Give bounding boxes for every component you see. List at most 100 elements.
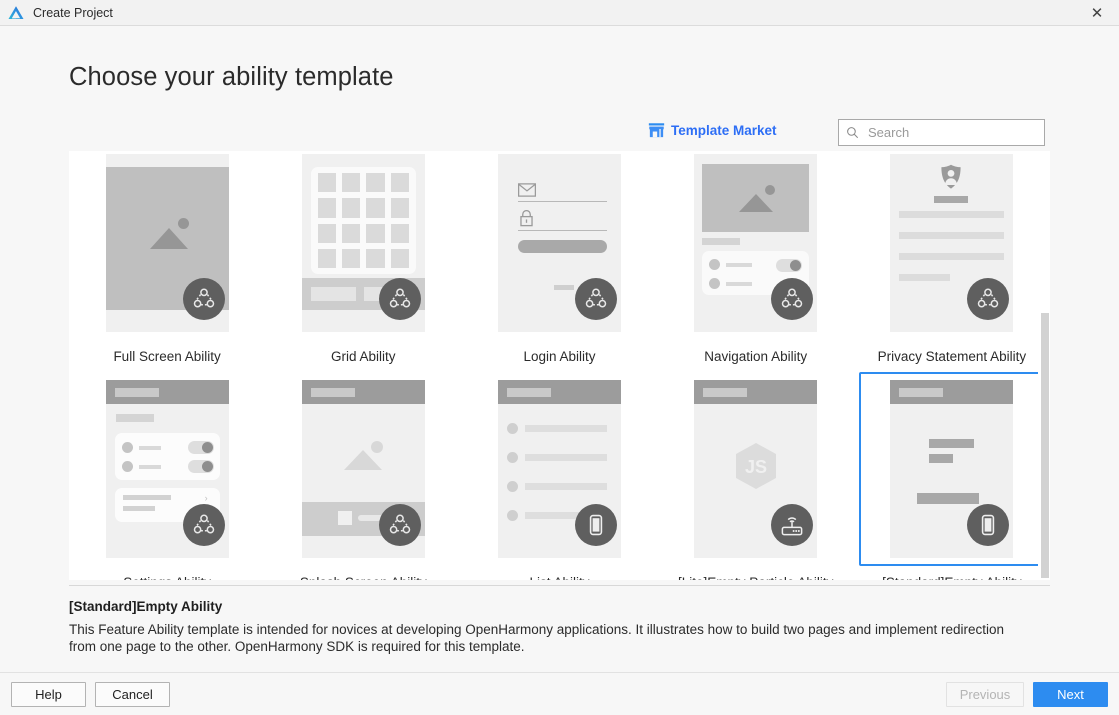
- list-toggle[interactable]: [776, 259, 803, 272]
- template-card-lite-empty-particle-ability[interactable]: JS [Lite]Empty Particle Ability: [658, 364, 854, 580]
- settings-toggle[interactable]: [187, 460, 214, 473]
- template-card-label: Full Screen Ability: [113, 349, 221, 364]
- description-body: This Feature Ability template is intende…: [69, 622, 1005, 654]
- text-line: [899, 253, 1005, 260]
- app-bar-title: [506, 388, 551, 397]
- thumb-js: JS: [694, 380, 818, 558]
- thumb-standard-empty: [890, 380, 1014, 558]
- thumb-login: [497, 154, 621, 332]
- footer-item: [310, 287, 356, 301]
- iot-router-icon: [771, 504, 814, 546]
- chevron-right-icon: ›: [204, 493, 208, 503]
- list-line: [726, 263, 753, 267]
- previous-button: Previous: [946, 682, 1024, 707]
- settings-line: [122, 506, 155, 511]
- app-bar-title: [899, 388, 944, 397]
- template-card-label: Navigation Ability: [704, 349, 808, 364]
- template-card-label: Grid Ability: [331, 349, 396, 364]
- template-grid: Full Screen Ability Grid Ability Login A…: [69, 151, 1050, 580]
- template-card-grid-ability[interactable]: Grid Ability: [265, 151, 461, 364]
- template-thumb-wrap: [466, 151, 652, 340]
- field-underline: [517, 230, 607, 231]
- template-market-link[interactable]: Template Market: [648, 122, 777, 139]
- settings-line: [122, 495, 171, 500]
- svg-text:JS: JS: [745, 457, 767, 477]
- template-card-label: Splash Screen Ability: [300, 575, 427, 580]
- grid-tiles: [317, 173, 409, 268]
- phone-icon: [967, 504, 1010, 546]
- template-card-standard-empty-ability[interactable]: [Standard]Empty Ability: [854, 364, 1050, 580]
- lock-icon: [520, 210, 533, 227]
- search-icon: [847, 127, 859, 139]
- text-line: [899, 274, 951, 281]
- thumb-navigation: [694, 154, 818, 332]
- app-bar-title: [703, 388, 748, 397]
- thumb-settings: ›: [105, 380, 229, 558]
- splash-logo: [337, 511, 352, 525]
- settings-bullet: [121, 442, 133, 453]
- template-thumb-wrap: JS: [663, 372, 849, 566]
- link-hint: [553, 285, 574, 290]
- footer-divider: [0, 672, 1119, 673]
- field-underline: [517, 201, 607, 202]
- template-card-list-ability[interactable]: List Ability: [461, 364, 657, 580]
- search-input[interactable]: [866, 124, 1036, 141]
- list-bullet: [506, 481, 518, 492]
- shield-person-icon: [941, 164, 961, 189]
- next-button[interactable]: Next: [1033, 682, 1108, 707]
- template-thumb-wrap: [270, 151, 456, 340]
- template-card-login-ability[interactable]: Login Ability: [461, 151, 657, 364]
- search-box[interactable]: [838, 119, 1045, 146]
- js-logo-icon: JS: [736, 443, 777, 489]
- content-line: [929, 454, 954, 463]
- list-line: [524, 483, 607, 490]
- template-card-label: [Lite]Empty Particle Ability: [678, 575, 833, 580]
- page-title: Choose your ability template: [69, 63, 394, 91]
- template-card-label: [Standard]Empty Ability: [882, 575, 1022, 580]
- template-card-privacy-statement-ability[interactable]: Privacy Statement Ability: [854, 151, 1050, 364]
- store-icon: [648, 123, 665, 138]
- help-button[interactable]: Help: [11, 682, 86, 707]
- description-divider: [69, 585, 1050, 586]
- login-button-shape: [517, 240, 607, 253]
- template-thumb-wrap: [466, 372, 652, 566]
- template-card-splash-screen-ability[interactable]: Splash Screen Ability: [265, 364, 461, 580]
- text-line: [899, 232, 1005, 239]
- privacy-heading-bar: [934, 196, 969, 203]
- template-card-full-screen-ability[interactable]: Full Screen Ability: [69, 151, 265, 364]
- harmony-circles-icon: [574, 278, 617, 320]
- template-card-label: Settings Ability: [123, 575, 211, 580]
- template-card-settings-ability[interactable]: › Settings Ability: [69, 364, 265, 580]
- section-title-bar: [115, 414, 154, 422]
- thumb-splash: [301, 380, 425, 558]
- harmony-circles-icon: [378, 504, 421, 546]
- template-thumb-wrap: [859, 151, 1045, 340]
- list-bullet: [506, 452, 518, 463]
- template-thumb-wrap: [74, 151, 260, 340]
- template-scrollbar-thumb[interactable]: [1041, 313, 1049, 578]
- image-placeholder-icon: [739, 184, 777, 212]
- list-bullet: [506, 423, 518, 434]
- settings-toggle[interactable]: [187, 441, 214, 454]
- template-thumb-wrap: ›: [74, 372, 260, 566]
- template-thumb-wrap-selected: [858, 372, 1045, 566]
- section-title-bar: [702, 238, 741, 245]
- thumb-privacy: [890, 154, 1014, 332]
- harmony-circles-icon: [378, 278, 421, 320]
- cancel-button[interactable]: Cancel: [95, 682, 170, 707]
- harmony-circles-icon: [182, 504, 225, 546]
- thumb-full-screen: [105, 154, 229, 332]
- settings-line: [138, 446, 161, 450]
- list-bullet: [506, 510, 518, 521]
- text-line: [899, 211, 1005, 218]
- list-line: [524, 454, 607, 461]
- template-thumb-wrap: [663, 151, 849, 340]
- title-bar: Create Project ✕: [0, 0, 1119, 26]
- settings-line: [138, 465, 161, 469]
- template-card-navigation-ability[interactable]: Navigation Ability: [658, 151, 854, 364]
- close-icon[interactable]: ✕: [1075, 0, 1119, 26]
- description-title: [Standard]Empty Ability: [69, 599, 223, 614]
- template-card-label: Privacy Statement Ability: [877, 349, 1027, 364]
- harmony-circles-icon: [771, 278, 814, 320]
- settings-bullet: [121, 461, 133, 472]
